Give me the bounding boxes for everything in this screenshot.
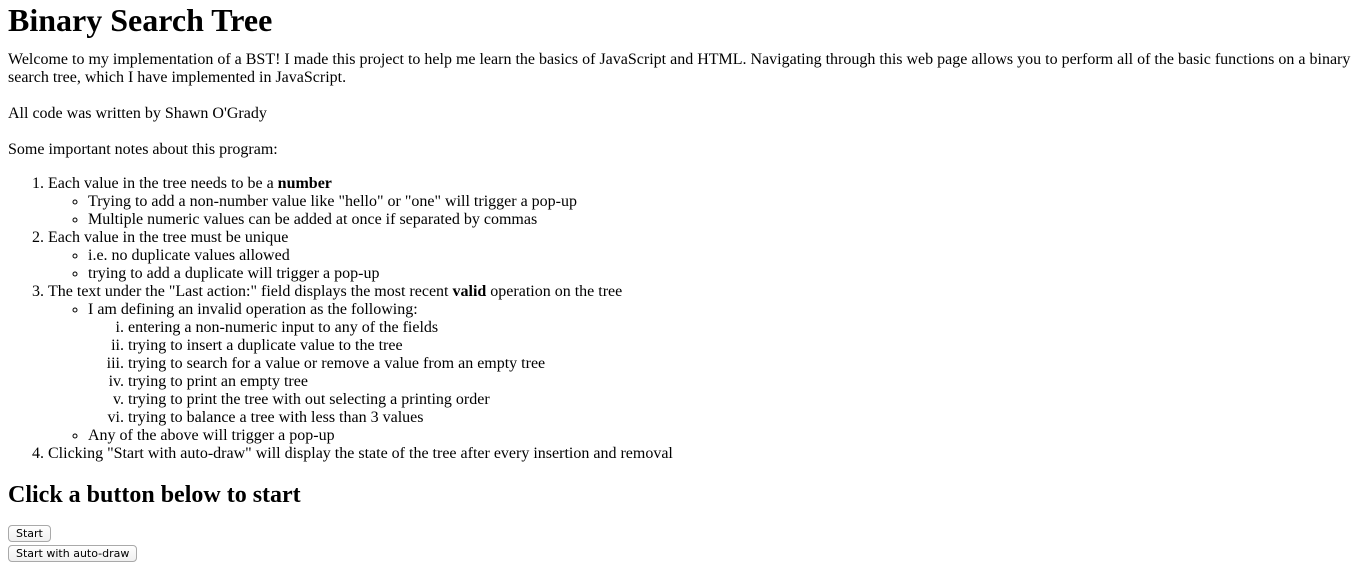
page: Binary Search Tree Welcome to my impleme…	[0, 2, 1362, 587]
invalid-op-item: trying to balance a tree with less than …	[128, 409, 1354, 427]
note-item-1: Each value in the tree needs to be a num…	[48, 175, 1354, 229]
start-heading: Click a button below to start	[8, 482, 301, 508]
note-2-sub-1: i.e. no duplicate values allowed	[88, 247, 1354, 265]
invalid-op-item: trying to insert a duplicate value to th…	[128, 337, 1354, 355]
notes-list: Each value in the tree needs to be a num…	[8, 175, 1354, 463]
invalid-op-item: trying to search for a value or remove a…	[128, 355, 1354, 373]
note-item-4: Clicking "Start with auto-draw" will dis…	[48, 445, 1354, 463]
note-1-sublist: Trying to add a non-number value like "h…	[48, 193, 1354, 229]
note-bold-number: number	[277, 175, 332, 192]
note-item-3: The text under the "Last action:" field …	[48, 283, 1354, 445]
note-1-sub-2: Multiple numeric values can be added at …	[88, 211, 1354, 229]
page-title: Binary Search Tree	[8, 2, 273, 38]
note-3-sublist: I am defining an invalid operation as th…	[48, 301, 1354, 445]
note-2-sub-2: trying to add a duplicate will trigger a…	[88, 265, 1354, 283]
invalid-op-item: trying to print an empty tree	[128, 373, 1354, 391]
note-item-2: Each value in the tree must be unique i.…	[48, 229, 1354, 283]
start-button[interactable]: Start	[8, 525, 51, 542]
invalid-operations-list: entering a non-numeric input to any of t…	[88, 319, 1354, 427]
start-auto-draw-button[interactable]: Start with auto-draw	[8, 545, 138, 562]
notes-heading: Some important notes about this program:	[8, 141, 278, 158]
note-3-sub-2: Any of the above will trigger a pop-up	[88, 427, 1354, 445]
note-3-sub-1: I am defining an invalid operation as th…	[88, 301, 1354, 427]
note-bold-valid: valid	[452, 283, 487, 300]
author-line: All code was written by Shawn O'Grady	[8, 105, 267, 122]
invalid-op-item: trying to print the tree with out select…	[128, 391, 1354, 409]
note-2-sublist: i.e. no duplicate values allowed trying …	[48, 247, 1354, 283]
invalid-op-item: entering a non-numeric input to any of t…	[128, 319, 1354, 337]
intro-paragraph: Welcome to my implementation of a BST! I…	[8, 51, 1351, 86]
note-1-sub-1: Trying to add a non-number value like "h…	[88, 193, 1354, 211]
